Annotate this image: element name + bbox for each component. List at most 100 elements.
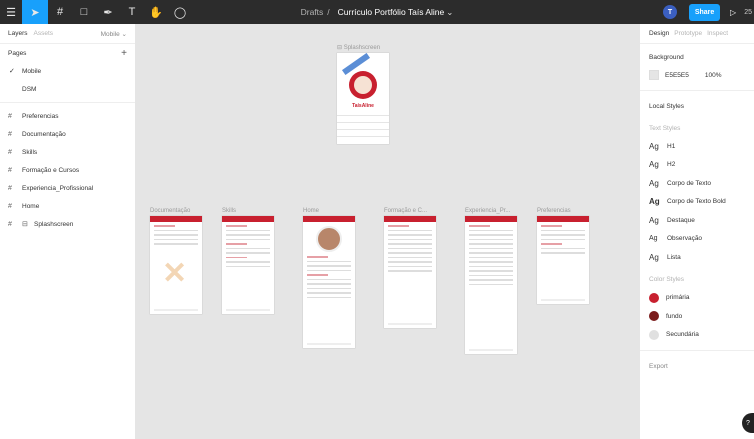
text-style-label: H2 <box>667 161 676 169</box>
page-item-dsm[interactable]: DSM <box>0 80 135 98</box>
avatar-illustration <box>349 71 377 99</box>
text-style-sample: Ag <box>649 215 659 225</box>
add-page-icon[interactable]: + <box>121 48 127 59</box>
frame-label[interactable]: Skills <box>222 208 236 214</box>
layer-formacao[interactable]: # Formação e Cursos <box>0 161 135 179</box>
comment-icon[interactable]: ◯ <box>168 0 192 24</box>
frame-skills[interactable] <box>222 216 274 314</box>
background-swatch[interactable] <box>649 70 659 80</box>
text-style-sample: Ag <box>649 235 658 243</box>
page-label: DSM <box>22 85 37 93</box>
move-icon[interactable]: ➤ <box>22 0 48 24</box>
splash-brand: TaísAline <box>352 103 374 109</box>
text-style-corpo-bold[interactable]: Ag Corpo de Texto Bold <box>649 193 745 212</box>
splashscreen-frame[interactable]: TaísAline <box>337 53 389 144</box>
page-selector[interactable]: Mobile ⌄ <box>101 30 127 38</box>
frame-experiencia[interactable] <box>465 216 517 354</box>
layer-label: Documentação <box>22 130 66 138</box>
component-icon: ⊟ <box>22 221 28 228</box>
frame-icon: # <box>8 112 12 120</box>
frame-preferencias[interactable] <box>537 216 589 304</box>
check-icon: ✓ <box>9 68 15 75</box>
layer-home[interactable]: # Home <box>0 197 135 215</box>
frame-label[interactable]: Experiencia_Pr... <box>465 208 510 214</box>
properties-panel: Design Prototype Inspect Background E5E5… <box>639 24 754 439</box>
layer-splashscreen[interactable]: # ⊟ Splashscreen <box>0 215 135 233</box>
breadcrumb-separator: / <box>327 7 330 17</box>
layer-label: Formação e Cursos <box>22 166 80 174</box>
text-style-sample: Ag <box>649 178 659 188</box>
text-style-sample: Ag <box>649 197 660 207</box>
pen-icon[interactable]: ✒ <box>96 0 120 24</box>
color-style-primaria[interactable]: primária <box>649 289 745 308</box>
background-hex[interactable]: E5E5E5 <box>665 72 689 79</box>
color-swatch <box>649 329 659 340</box>
shape-icon[interactable]: □ <box>72 0 96 24</box>
text-icon[interactable]: T <box>120 0 144 24</box>
text-style-sample: Ag <box>649 252 659 262</box>
frame-icon: # <box>8 184 12 192</box>
frame-label[interactable]: Preferencias <box>537 208 571 214</box>
frame-icon: # <box>8 166 12 174</box>
tab-inspect[interactable]: Inspect <box>707 30 728 37</box>
splash-frame-label[interactable]: ⊟ Splashscreen <box>337 44 380 51</box>
frame-home[interactable] <box>303 216 355 348</box>
text-style-label: Lista <box>667 253 681 261</box>
layer-experiencia[interactable]: # Experiencia_Profissional <box>0 179 135 197</box>
hand-icon[interactable]: ✋ <box>144 0 168 24</box>
frame-label[interactable]: Formação e C... <box>384 208 427 214</box>
canvas[interactable]: ⊟ Splashscreen TaísAline Documentação ✕ … <box>136 24 639 439</box>
layer-label: Splashscreen <box>34 220 74 228</box>
splash-label-text: Splashscreen <box>343 45 381 51</box>
color-style-label: Secundária <box>666 331 699 339</box>
frame-label[interactable]: Documentação <box>150 208 190 214</box>
text-style-label: Corpo de Texto Bold <box>667 198 726 206</box>
frame-icon[interactable]: # <box>48 0 72 24</box>
breadcrumb-parent[interactable]: Drafts <box>301 7 324 17</box>
text-styles-title: Text Styles <box>649 124 681 132</box>
color-style-fundo[interactable]: fundo <box>649 307 745 326</box>
text-style-corpo[interactable]: Ag Corpo de Texto <box>649 174 745 193</box>
text-style-label: Corpo de Texto <box>667 179 711 187</box>
layer-preferencias[interactable]: # Preferencias <box>0 107 135 125</box>
divider <box>0 102 135 103</box>
color-style-secundaria[interactable]: Secundária <box>649 326 745 345</box>
zoom-level[interactable]: 25 <box>744 9 752 16</box>
frame-icon: # <box>8 148 12 156</box>
text-style-observacao[interactable]: Ag Observação <box>649 230 745 249</box>
layer-label: Preferencias <box>22 112 59 120</box>
export-title[interactable]: Export <box>649 357 745 375</box>
tab-prototype[interactable]: Prototype <box>674 30 702 37</box>
tab-design[interactable]: Design <box>649 30 669 37</box>
export-title-text: Export <box>649 362 668 370</box>
color-swatch <box>649 292 659 303</box>
text-style-h1[interactable]: Ag H1 <box>649 137 745 156</box>
layer-skills[interactable]: # Skills <box>0 143 135 161</box>
page-label: Mobile <box>22 67 42 75</box>
text-style-label: Observação <box>667 235 703 243</box>
play-icon[interactable]: ▷ <box>730 8 736 17</box>
file-name[interactable]: Currículo Portfólio Taís Aline <box>338 7 445 17</box>
share-button[interactable]: Share <box>689 3 721 21</box>
frame-label[interactable]: Home <box>303 208 319 214</box>
page-item-mobile[interactable]: ✓ Mobile <box>0 62 135 80</box>
avatar[interactable]: T <box>663 5 678 19</box>
chevron-down-icon[interactable]: ⌄ <box>446 7 453 18</box>
menu-icon[interactable]: ☰ <box>0 0 22 24</box>
background-row[interactable]: E5E5E5 100% <box>649 66 745 84</box>
frame-icon: # <box>8 202 12 210</box>
tab-assets[interactable]: Assets <box>34 30 54 37</box>
text-style-h2[interactable]: Ag H2 <box>649 156 745 175</box>
background-opacity[interactable]: 100% <box>705 72 722 79</box>
frame-formacao[interactable] <box>384 216 436 328</box>
tab-layers[interactable]: Layers <box>8 30 28 37</box>
text-style-destaque[interactable]: Ag Destaque <box>649 211 745 230</box>
frame-documentacao[interactable]: ✕ <box>150 216 202 314</box>
color-styles-title: Color Styles <box>649 276 685 283</box>
color-swatch <box>649 311 659 322</box>
tools-illustration: ✕ <box>162 257 188 290</box>
page-selector-label: Mobile <box>100 30 120 38</box>
text-style-lista[interactable]: Ag Lista <box>649 248 745 267</box>
layer-label: Home <box>22 202 40 210</box>
layer-documentacao[interactable]: # Documentação <box>0 125 135 143</box>
